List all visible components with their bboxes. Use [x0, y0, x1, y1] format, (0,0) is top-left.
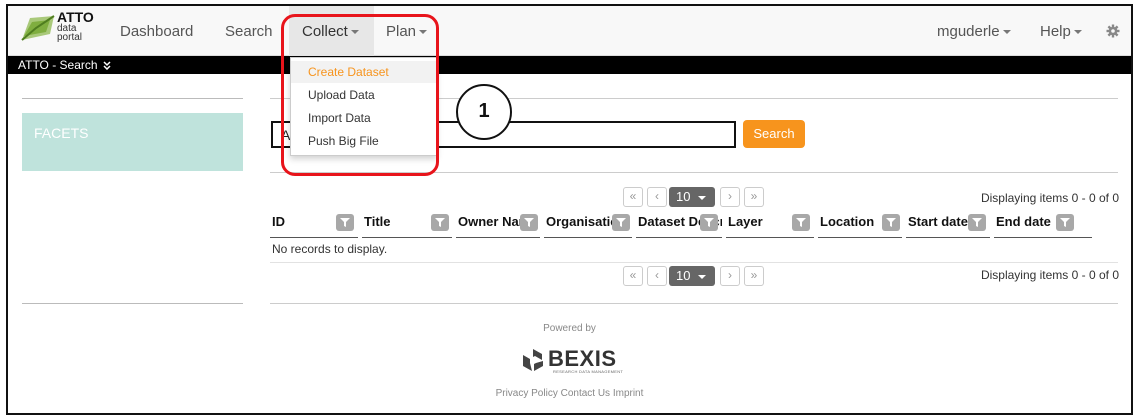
powered-by-label: Powered by	[543, 323, 596, 334]
filter-icon[interactable]	[431, 214, 449, 231]
column-label: Start date	[908, 214, 968, 229]
table-header: ID Title Owner Name Organisation Dataset…	[270, 208, 1115, 238]
column-label: Layer	[728, 214, 763, 229]
nav-dashboard-label: Dashboard	[120, 23, 194, 40]
filter-icon[interactable]	[968, 214, 986, 231]
first-page-button[interactable]: «	[623, 187, 643, 207]
next-page-button[interactable]: ›	[720, 187, 740, 207]
nav-user-label: mguderle	[937, 23, 1000, 40]
browser-frame: ATTO data portal Dashboard Search Collec…	[6, 4, 1133, 415]
annotation-highlight-box	[281, 14, 439, 176]
column-header-end-date[interactable]: End date	[994, 208, 1092, 238]
breadcrumb-label: ATTO - Search	[18, 58, 98, 72]
filter-icon[interactable]	[520, 214, 538, 231]
pager-info: Displaying items 0 - 0 of 0	[980, 191, 1119, 205]
facets-panel[interactable]: FACETS	[22, 113, 243, 171]
filter-icon[interactable]	[882, 214, 900, 231]
logo-line-3: portal	[57, 32, 83, 43]
column-header-organisation[interactable]: Organisation	[544, 208, 632, 238]
nav-search[interactable]: Search	[225, 23, 273, 40]
filter-icon[interactable]	[336, 214, 354, 231]
next-page-button[interactable]: ›	[720, 266, 740, 286]
bexis-logo[interactable]: BEXIS RESEARCH DATA MANAGEMENT	[521, 346, 631, 374]
top-navbar: ATTO data portal Dashboard Search Collec…	[8, 6, 1131, 56]
column-label: Location	[820, 214, 875, 229]
caret-down-icon	[698, 195, 707, 200]
filter-icon[interactable]	[792, 214, 810, 231]
empty-table-message: No records to display.	[272, 242, 388, 256]
content-divider	[270, 303, 1118, 304]
page-size-select[interactable]: 10	[669, 266, 715, 286]
prev-page-button[interactable]: ‹	[647, 187, 667, 207]
column-header-id[interactable]: ID	[270, 208, 358, 238]
column-label: Title	[364, 214, 391, 229]
column-header-dataset-description[interactable]: Dataset Description	[636, 208, 722, 238]
column-header-layer[interactable]: Layer	[726, 208, 814, 238]
nav-dashboard[interactable]: Dashboard	[120, 23, 193, 40]
caret-down-icon	[698, 274, 707, 279]
last-page-button[interactable]: »	[744, 266, 764, 286]
page-size-value: 10	[676, 268, 691, 283]
caret-down-icon	[1073, 30, 1082, 35]
page-size-value: 10	[676, 189, 691, 204]
nav-search-label: Search	[225, 23, 273, 40]
gear-icon[interactable]	[1106, 24, 1120, 38]
column-header-location[interactable]: Location	[818, 208, 902, 238]
page-size-select[interactable]: 10	[669, 187, 715, 207]
column-label: End date	[996, 214, 1051, 229]
filter-icon[interactable]	[1056, 214, 1074, 231]
pager-info: Displaying items 0 - 0 of 0	[980, 268, 1119, 282]
leaf-logo-icon	[21, 15, 55, 41]
table-divider	[270, 262, 1118, 263]
nav-user-menu[interactable]: mguderle	[937, 23, 1011, 40]
column-header-owner-name[interactable]: Owner Name	[456, 208, 540, 238]
caret-down-icon	[1002, 30, 1011, 35]
sidebar-divider	[22, 303, 243, 304]
atto-logo[interactable]: ATTO data portal	[20, 9, 94, 48]
nav-help-menu[interactable]: Help	[1040, 23, 1082, 40]
nav-help-label: Help	[1040, 23, 1071, 40]
prev-page-button[interactable]: ‹	[647, 266, 667, 286]
column-label: ID	[272, 214, 285, 229]
filter-icon[interactable]	[700, 214, 718, 231]
footer-links[interactable]: Privacy Policy Contact Us Imprint	[8, 388, 1131, 399]
double-chevron-down-icon	[103, 61, 111, 71]
column-header-start-date[interactable]: Start date	[906, 208, 990, 238]
sidebar-divider	[22, 98, 243, 99]
bexis-subtitle: RESEARCH DATA MANAGEMENT	[553, 369, 624, 374]
column-header-title[interactable]: Title	[362, 208, 452, 238]
last-page-button[interactable]: »	[744, 187, 764, 207]
first-page-button[interactable]: «	[623, 266, 643, 286]
search-button[interactable]: Search	[743, 120, 805, 148]
annotation-step-number: 1	[456, 84, 512, 140]
bexis-mark-icon	[523, 349, 543, 371]
breadcrumb-bar[interactable]: ATTO - Search	[8, 56, 1131, 74]
facets-label: FACETS	[34, 125, 89, 141]
filter-icon[interactable]	[612, 214, 630, 231]
